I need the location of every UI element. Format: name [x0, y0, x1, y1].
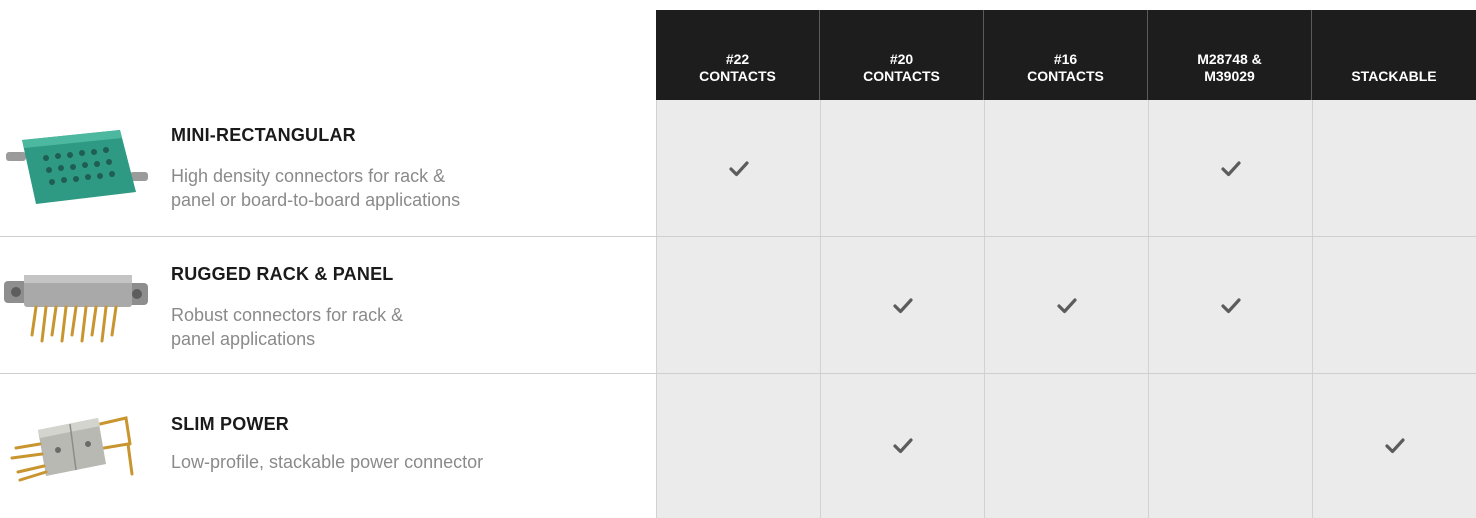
- row-cells: [656, 237, 1476, 374]
- row-cells: [656, 100, 1476, 237]
- column-header-line: CONTACTS: [699, 68, 776, 84]
- table-header: #22 CONTACTS #20 CONTACTS #16 CONTACTS M287…: [656, 10, 1476, 100]
- product-title[interactable]: MINI-RECTANGULAR: [171, 125, 356, 146]
- row-cells: [656, 374, 1476, 518]
- description-line: panel or board-to-board applications: [171, 190, 461, 210]
- cell-20-contacts: [820, 237, 984, 374]
- cell-stackable: [1312, 374, 1476, 518]
- column-header-20-contacts: #20 CONTACTS: [820, 10, 984, 100]
- product-description: Robust connectors for rack & panel appli…: [171, 303, 591, 351]
- column-header-line: CONTACTS: [1027, 68, 1104, 84]
- rugged-rack-panel-connector-icon: [4, 275, 148, 343]
- cell-20-contacts: [820, 100, 984, 237]
- checkmark-icon: [892, 297, 913, 313]
- description-line: panel applications: [171, 329, 316, 349]
- product-description: Low-profile, stackable power connector: [171, 450, 591, 474]
- checkmark-icon: [892, 438, 913, 454]
- table-row-mini-rectangular[interactable]: MINI-RECTANGULAR High density connectors…: [0, 100, 1476, 237]
- column-header-line: #20: [889, 51, 914, 67]
- description-line: Robust connectors for rack &: [171, 305, 404, 325]
- table-row-rugged-rack-panel[interactable]: RUGGED RACK & PANEL Robust connectors fo…: [0, 237, 1476, 374]
- checkmark-icon: [1056, 297, 1077, 313]
- mini-rectangular-connector-icon: [6, 130, 148, 204]
- product-title[interactable]: SLIM POWER: [171, 414, 289, 435]
- cell-16-contacts: [984, 237, 1148, 374]
- slim-power-connector-icon: [10, 416, 134, 482]
- column-header-mil-spec: M28748 & M39029: [1148, 10, 1312, 100]
- checkmark-icon: [1220, 160, 1241, 176]
- cell-22-contacts: [656, 237, 820, 374]
- product-title[interactable]: RUGGED RACK & PANEL: [171, 264, 393, 285]
- cell-16-contacts: [984, 100, 1148, 237]
- column-header-16-contacts: #16 CONTACTS: [984, 10, 1148, 100]
- checkmark-icon: [728, 160, 749, 176]
- cell-20-contacts: [820, 374, 984, 518]
- description-line: Low-profile, stackable power connector: [171, 452, 484, 472]
- cell-16-contacts: [984, 374, 1148, 518]
- column-header-22-contacts: #22 CONTACTS: [656, 10, 820, 100]
- cell-mil-spec: [1148, 374, 1312, 518]
- description-line: High density connectors for rack &: [171, 166, 446, 186]
- column-header-line: #16: [1053, 51, 1078, 67]
- cell-22-contacts: [656, 100, 820, 237]
- connector-comparison-table: #22 CONTACTS #20 CONTACTS #16 CONTACTS M287…: [0, 0, 1476, 518]
- column-header-line: #22: [725, 51, 750, 67]
- product-description: High density connectors for rack & panel…: [171, 164, 591, 212]
- column-header-line: CONTACTS: [863, 68, 940, 84]
- cell-stackable: [1312, 100, 1476, 237]
- column-header-line: M39029: [1204, 68, 1255, 84]
- cell-mil-spec: [1148, 237, 1312, 374]
- cell-stackable: [1312, 237, 1476, 374]
- checkmark-icon: [1220, 297, 1241, 313]
- cell-22-contacts: [656, 374, 820, 518]
- table-row-slim-power[interactable]: SLIM POWER Low-profile, stackable power …: [0, 374, 1476, 518]
- column-header-line: STACKABLE: [1351, 68, 1437, 84]
- checkmark-icon: [1384, 438, 1405, 454]
- column-header-stackable: STACKABLE: [1312, 10, 1476, 100]
- column-header-line: M28748 &: [1197, 51, 1262, 67]
- cell-mil-spec: [1148, 100, 1312, 237]
